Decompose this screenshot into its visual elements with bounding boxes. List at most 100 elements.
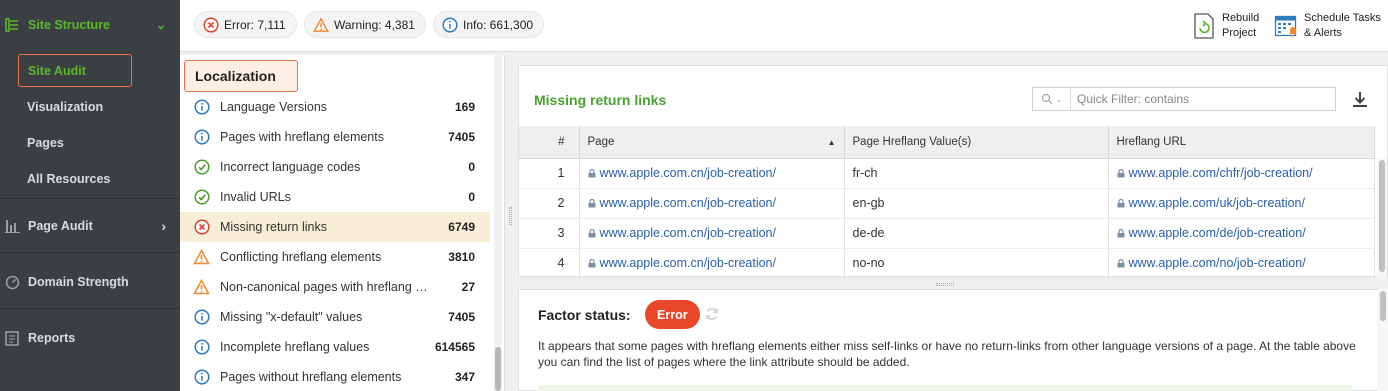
hreflang-url-link[interactable]: www.apple.com/no/job-creation/	[1129, 256, 1306, 270]
sort-ascending-icon: ▲	[827, 138, 836, 147]
lock-icon	[1117, 196, 1129, 210]
nav-divider	[0, 198, 180, 199]
quick-filter-input[interactable]	[1071, 89, 1335, 109]
page-audit-icon	[4, 218, 20, 234]
list-item-count: 3810	[448, 250, 475, 264]
rebuild-icon	[1192, 13, 1216, 39]
warning-count-pill[interactable]: Warning: 4,381	[304, 11, 426, 38]
warning-icon	[193, 279, 210, 296]
page-cell: www.apple.com.cn/job-creation/	[579, 218, 845, 249]
list-item-count: 7405	[448, 310, 475, 324]
list-item[interactable]: Incomplete hreflang values 614565	[180, 332, 490, 362]
factor-status-badge: Error	[645, 300, 700, 329]
nav-all-resources[interactable]: All Resources	[27, 172, 110, 186]
error-icon	[203, 16, 219, 33]
nav-reports[interactable]: Reports	[0, 325, 180, 351]
list-item-label: Conflicting hreflang elements	[220, 250, 382, 264]
page-cell: www.apple.com.cn/job-creation/	[579, 248, 845, 279]
hreflang-value-cell: en-gb	[844, 188, 1109, 219]
list-item-label: Pages without hreflang elements	[220, 370, 402, 384]
chevron-right-icon: ›	[161, 218, 166, 234]
factor-scroll-thumb[interactable]	[1380, 291, 1386, 321]
list-item[interactable]: Missing "x-default" values 7405	[180, 302, 490, 332]
list-item-count: 169	[454, 100, 475, 114]
calendar-alert-icon	[1274, 13, 1298, 39]
table-scroll-thumb[interactable]	[1379, 160, 1385, 272]
nav-site-structure[interactable]: Site Structure ⌄	[0, 12, 180, 38]
localization-header[interactable]: Localization	[184, 60, 298, 92]
nav-visualization[interactable]: Visualization	[27, 100, 103, 114]
list-scroll-thumb[interactable]	[495, 347, 501, 391]
factor-status-label: Factor status:	[538, 307, 631, 323]
hreflang-url-link[interactable]: www.apple.com/de/job-creation/	[1129, 226, 1306, 240]
list-item-label: Missing return links	[220, 220, 327, 234]
page-link[interactable]: www.apple.com.cn/job-creation/	[600, 226, 776, 240]
nav-domain-strength[interactable]: Domain Strength	[0, 269, 180, 295]
page-link[interactable]: www.apple.com.cn/job-creation/	[600, 196, 776, 210]
download-icon[interactable]	[1349, 88, 1371, 110]
table-scrollbar[interactable]	[1377, 158, 1387, 278]
error-icon	[193, 219, 210, 236]
info-icon	[193, 129, 210, 146]
lock-icon	[588, 166, 600, 180]
quick-filter[interactable]: ⌄	[1032, 87, 1336, 111]
nav-page-audit[interactable]: Page Audit ›	[0, 213, 180, 239]
error-count-pill[interactable]: Error: 7,111	[194, 11, 297, 38]
lock-icon	[588, 226, 600, 240]
hreflang-url-link[interactable]: www.apple.com/chfr/job-creation/	[1129, 166, 1313, 180]
lock-icon	[1117, 166, 1129, 180]
nav-divider	[0, 252, 180, 253]
column-header-page[interactable]: Page ▲	[579, 126, 845, 159]
table-row[interactable]: 4 www.apple.com.cn/job-creation/no-no www.…	[519, 248, 1375, 279]
nav-domain-strength-label: Domain Strength	[28, 275, 129, 289]
list-item[interactable]: Incorrect language codes 0	[180, 152, 490, 182]
warning-count-label: Warning: 4,381	[334, 17, 415, 32]
hreflang-url-link[interactable]: www.apple.com/uk/job-creation/	[1129, 196, 1305, 210]
horizontal-splitter-grip[interactable]	[936, 283, 954, 286]
column-header-hreflang-value[interactable]: Page Hreflang Value(s)	[844, 126, 1109, 159]
list-scrollbar[interactable]	[494, 55, 502, 391]
lock-icon	[588, 196, 600, 210]
list-item-label: Pages with hreflang elements	[220, 130, 384, 144]
list-item[interactable]: Pages without hreflang elements 347	[180, 362, 490, 391]
table-row[interactable]: 1 www.apple.com.cn/job-creation/fr-ch www.…	[519, 158, 1375, 189]
table-header-row: # Page ▲ Page Hreflang Value(s) Hreflang …	[519, 126, 1375, 159]
info-icon	[193, 339, 210, 356]
refresh-icon[interactable]	[705, 307, 719, 321]
column-header-hreflang-url[interactable]: Hreflang URL	[1108, 126, 1375, 159]
table-row[interactable]: 2 www.apple.com.cn/job-creation/en-gb www.…	[519, 188, 1375, 219]
list-item[interactable]: Pages with hreflang elements 7405	[180, 122, 490, 152]
list-item[interactable]: Missing return links 6749	[180, 212, 490, 242]
list-item[interactable]: Conflicting hreflang elements 3810	[180, 242, 490, 272]
list-item[interactable]: Non-canonical pages with hreflang eleme.…	[180, 272, 490, 302]
top-bar: Error: 7,111 Warning: 4,381 Info: 661,30…	[180, 0, 1388, 52]
list-item-count: 0	[468, 190, 475, 204]
column-header-number[interactable]: #	[519, 126, 580, 159]
info-count-pill[interactable]: Info: 661,300	[433, 11, 545, 38]
list-item[interactable]: Language Versions 169	[180, 92, 490, 122]
row-number: 2	[519, 188, 580, 219]
info-count-label: Info: 661,300	[463, 17, 534, 32]
list-item-count: 7405	[448, 130, 475, 144]
vertical-splitter-grip[interactable]	[509, 207, 512, 225]
rebuild-project-button[interactable]: Rebuild Project	[1192, 11, 1259, 41]
info-icon	[193, 309, 210, 326]
warning-icon	[313, 16, 329, 33]
rebuild-label-line2: Project	[1222, 27, 1257, 39]
search-icon[interactable]: ⌄	[1033, 88, 1071, 110]
page-link[interactable]: www.apple.com.cn/job-creation/	[600, 166, 776, 180]
nav-divider	[0, 308, 180, 309]
factor-scrollbar[interactable]	[1377, 289, 1388, 391]
reports-icon	[4, 330, 20, 346]
nav-site-audit-highlight[interactable]: Site Audit	[18, 54, 132, 87]
info-icon	[193, 99, 210, 116]
nav-pages[interactable]: Pages	[27, 136, 64, 150]
table-row[interactable]: 3 www.apple.com.cn/job-creation/de-de www.…	[519, 218, 1375, 249]
hreflang-url-cell: www.apple.com/uk/job-creation/	[1108, 188, 1375, 219]
list-item[interactable]: Invalid URLs 0	[180, 182, 490, 212]
page-link[interactable]: www.apple.com.cn/job-creation/	[600, 256, 776, 270]
row-number: 3	[519, 218, 580, 249]
list-item-label: Invalid URLs	[220, 190, 291, 204]
list-item-label: Non-canonical pages with hreflang eleme.…	[220, 280, 430, 294]
schedule-tasks-button[interactable]: Schedule Tasks & Alerts	[1274, 11, 1381, 41]
